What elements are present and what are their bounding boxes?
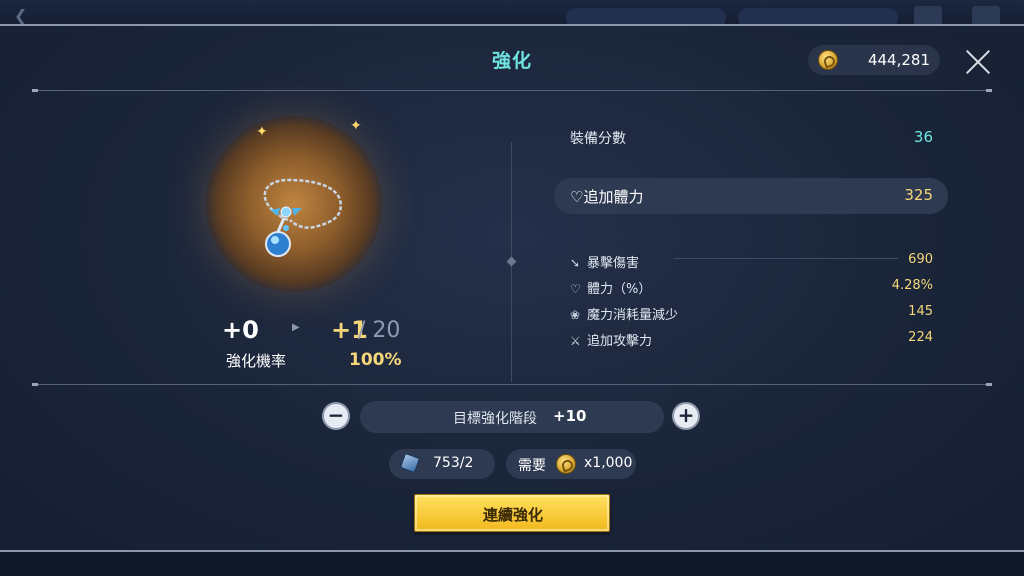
divider-diamond [506, 256, 517, 267]
gold-coin-icon [818, 50, 838, 70]
sparkle-icon: ✦ [256, 124, 268, 140]
sparkle-icon: ✦ [350, 118, 362, 134]
sword-icon: ⚔ [570, 334, 581, 348]
enhance-dialog: 強化 444,281 ✦ ✦ +0 ▶ +1 / 20 強化機率 100% 裝備… [0, 24, 1024, 552]
enhance-stone-icon [399, 452, 421, 474]
main-stat-label: ♡追加體力 [570, 188, 644, 206]
success-rate-value: 100% [349, 350, 402, 370]
main-stat-row: ♡追加體力 325 [554, 178, 948, 214]
target-level-label: 目標強化階段 [453, 411, 537, 427]
close-icon[interactable] [962, 46, 994, 78]
success-rate-label: 強化機率 [226, 352, 287, 370]
equipment-score-value: 36 [913, 128, 933, 146]
divider-bottom [32, 383, 992, 386]
continuous-enhance-label: 連續強化 [482, 506, 543, 524]
cost-label: 需要 [518, 458, 546, 474]
gold-coin-icon [556, 454, 576, 474]
equipment-score-row: 裝備分數 36 [570, 128, 933, 148]
arrow-right-icon: ▶ [292, 322, 300, 333]
cost-value: x1,000 [584, 455, 633, 471]
gold-amount: 444,281 [867, 51, 930, 69]
heart-icon: ♡ [570, 282, 581, 296]
crit-damage-icon: ➘ [570, 256, 581, 270]
target-level-bar: 目標強化階段 +10 [360, 401, 664, 433]
increase-target-button[interactable]: + [672, 402, 700, 430]
enhance-stone-pill: 753/2 [389, 449, 495, 479]
necklace-item-icon [263, 178, 343, 257]
back-icon: ❮ [14, 6, 28, 25]
divider-top [32, 89, 992, 92]
enhance-stone-count: 753/2 [433, 455, 474, 471]
max-level: / 20 [358, 318, 401, 343]
gold-currency-display: 444,281 [808, 45, 940, 75]
sub-stat-row: ❀ 魔力消耗量減少 145 [570, 304, 933, 323]
current-level: +0 [222, 316, 259, 344]
mana-icon: ❀ [570, 308, 581, 322]
continuous-enhance-button[interactable]: 連續強化 [414, 494, 610, 532]
target-level-value: +10 [553, 407, 587, 425]
sub-stat-row: ⚔ 追加攻擊力 224 [570, 330, 933, 349]
background-bottom-bar [0, 552, 1024, 576]
gold-cost-pill: 需要 x1,000 [506, 449, 636, 479]
sub-stat-row: ♡ 體力（%） 4.28% [570, 278, 933, 297]
heart-icon: ♡ [570, 188, 584, 206]
decrease-target-button[interactable]: − [322, 402, 350, 430]
sub-stat-row: ➘ 暴擊傷害 690 [570, 252, 933, 271]
main-stat-value: 325 [904, 186, 933, 204]
equipment-score-label: 裝備分數 [570, 131, 626, 147]
